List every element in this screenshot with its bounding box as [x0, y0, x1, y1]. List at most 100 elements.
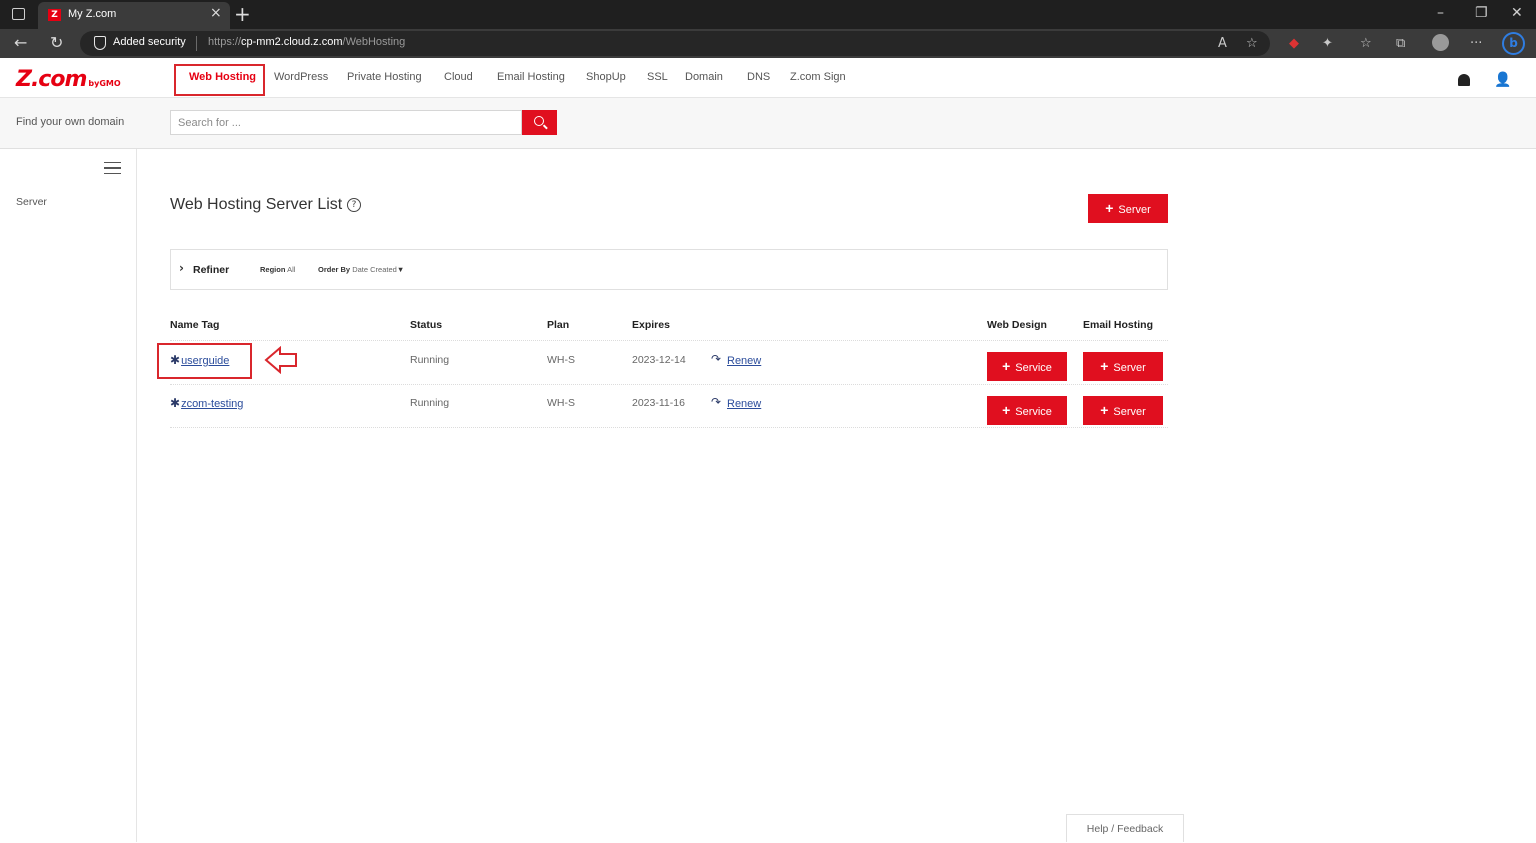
server-name-link-zcom-testing[interactable]: ✱zcom-testing: [170, 396, 243, 410]
page-title: Web Hosting Server List: [170, 196, 343, 213]
new-tab-icon[interactable]: +: [234, 2, 251, 26]
add-web-design-service-button[interactable]: + Service: [987, 352, 1067, 381]
table-divider: [170, 427, 1168, 428]
region-label: Region: [260, 265, 286, 274]
nav-dns[interactable]: DNS: [747, 71, 770, 83]
region-value: All: [287, 265, 296, 274]
nav-wordpress[interactable]: WordPress: [274, 71, 328, 83]
url-separator: [196, 36, 197, 51]
renew-icon[interactable]: ↷: [711, 395, 721, 409]
url-host: cp-mm2.cloud.z.com: [241, 36, 343, 48]
status-cell: Running: [410, 397, 450, 409]
search-icon: [534, 116, 544, 126]
server-label: Server: [1113, 362, 1146, 374]
back-icon[interactable]: ←: [14, 33, 27, 52]
server-label: Server: [1113, 406, 1146, 418]
shield-icon: [94, 36, 106, 50]
tab-actions-icon[interactable]: [12, 8, 25, 20]
favorites-icon[interactable]: ☆: [1360, 36, 1372, 51]
sidebar: Server: [0, 149, 137, 842]
browser-toolbar: ← ↻ Added security https://cp-mm2.cloud.…: [0, 29, 1536, 58]
nav-shopup[interactable]: ShopUp: [586, 71, 626, 83]
chevron-right-icon[interactable]: ›: [179, 261, 184, 275]
gear-icon: ✱: [170, 396, 181, 410]
browser-tab[interactable]: Z My Z.com ×: [38, 2, 230, 29]
url-prefix: https://: [208, 36, 242, 48]
plus-icon: +: [1105, 200, 1114, 216]
domain-search-button[interactable]: [522, 110, 557, 135]
add-email-server-button[interactable]: + Server: [1083, 396, 1163, 425]
renew-link[interactable]: Renew: [727, 398, 761, 410]
domain-search-input[interactable]: [170, 110, 522, 135]
column-header-expires: Expires: [632, 319, 670, 331]
logo-text: Z.com: [16, 67, 87, 92]
domain-search-bar: Find your own domain: [0, 98, 1536, 149]
add-email-server-button[interactable]: + Server: [1083, 352, 1163, 381]
nav-private-hosting[interactable]: Private Hosting: [347, 71, 422, 83]
column-header-web-design: Web Design: [987, 319, 1047, 331]
order-by-value: Date Created: [352, 265, 397, 274]
nav-cloud[interactable]: Cloud: [444, 71, 473, 83]
order-by-label: Order By: [318, 265, 351, 274]
add-server-label: Server: [1118, 204, 1151, 216]
expires-cell: 2023-12-14: [632, 354, 686, 366]
nav-email-hosting[interactable]: Email Hosting: [497, 71, 565, 83]
refresh-icon[interactable]: ↻: [50, 33, 63, 52]
annotation-highlight-box: [157, 343, 252, 379]
service-label: Service: [1015, 406, 1052, 418]
help-feedback-button[interactable]: Help / Feedback: [1066, 814, 1184, 842]
nav-zcom-sign[interactable]: Z.com Sign: [790, 71, 846, 83]
close-window-icon[interactable]: ✕: [1511, 5, 1523, 21]
service-label: Service: [1015, 362, 1052, 374]
restore-icon[interactable]: ❐: [1475, 5, 1488, 21]
plan-cell: WH-S: [547, 397, 575, 409]
table-divider: [170, 384, 1168, 385]
zcom-logo[interactable]: Z.com byGMO: [16, 67, 121, 92]
expires-cell: 2023-11-16: [632, 397, 685, 409]
status-cell: Running: [410, 354, 450, 366]
user-account-icon[interactable]: 👤: [1494, 72, 1511, 88]
nav-ssl[interactable]: SSL: [647, 71, 668, 83]
nav-domain[interactable]: Domain: [685, 71, 723, 83]
read-aloud-icon[interactable]: A: [1218, 36, 1227, 51]
profile-icon[interactable]: [1432, 34, 1449, 51]
sidebar-item-server[interactable]: Server: [16, 196, 47, 208]
menu-toggle-icon[interactable]: [104, 162, 121, 174]
renew-link[interactable]: Renew: [727, 355, 761, 367]
add-server-button[interactable]: + Server: [1088, 194, 1168, 223]
logo-suffix: byGMO: [88, 79, 121, 88]
notification-bell-icon[interactable]: [1458, 74, 1470, 86]
tab-close-icon[interactable]: ×: [210, 5, 222, 21]
add-web-design-service-button[interactable]: + Service: [987, 396, 1067, 425]
column-header-name-tag: Name Tag: [170, 319, 220, 331]
domain-search-label: Find your own domain: [16, 116, 125, 128]
ublock-icon[interactable]: ◆: [1289, 36, 1299, 51]
order-by-filter[interactable]: Order By Date Created▼: [318, 265, 404, 274]
column-header-status: Status: [410, 319, 443, 331]
column-header-plan: Plan: [547, 319, 570, 331]
plus-icon: +: [1002, 358, 1011, 374]
renew-icon[interactable]: ↷: [711, 352, 721, 366]
collections-icon[interactable]: ⧉: [1396, 36, 1405, 51]
table-divider: [170, 340, 1168, 341]
annotation-arrow-icon: [264, 346, 297, 374]
more-icon[interactable]: ···: [1470, 36, 1482, 51]
region-filter[interactable]: Region All: [260, 265, 295, 274]
column-header-email-hosting: Email Hosting: [1083, 319, 1154, 331]
url-path: /WebHosting: [342, 36, 406, 48]
help-icon[interactable]: ?: [347, 198, 361, 212]
nav-web-hosting[interactable]: Web Hosting: [189, 71, 256, 83]
tab-title: My Z.com: [68, 8, 117, 20]
refiner-toggle[interactable]: Refiner: [193, 264, 229, 276]
site-header: Z.com byGMO Web Hosting WordPress Private…: [0, 58, 1536, 98]
zcom-favicon-icon: Z: [48, 9, 61, 21]
refiner-panel: › Refiner Region All Order By Date Creat…: [170, 249, 1168, 290]
server-name: zcom-testing: [181, 398, 244, 410]
extensions-icon[interactable]: ✦: [1322, 36, 1333, 51]
address-bar[interactable]: Added security https://cp-mm2.cloud.z.co…: [80, 31, 1270, 56]
security-label: Added security: [113, 36, 186, 48]
favorite-icon[interactable]: ☆: [1246, 36, 1258, 51]
minimize-icon[interactable]: –: [1437, 5, 1444, 21]
browser-titlebar: Z My Z.com × + – ❐ ✕: [0, 0, 1536, 29]
bing-icon[interactable]: b: [1502, 32, 1525, 55]
